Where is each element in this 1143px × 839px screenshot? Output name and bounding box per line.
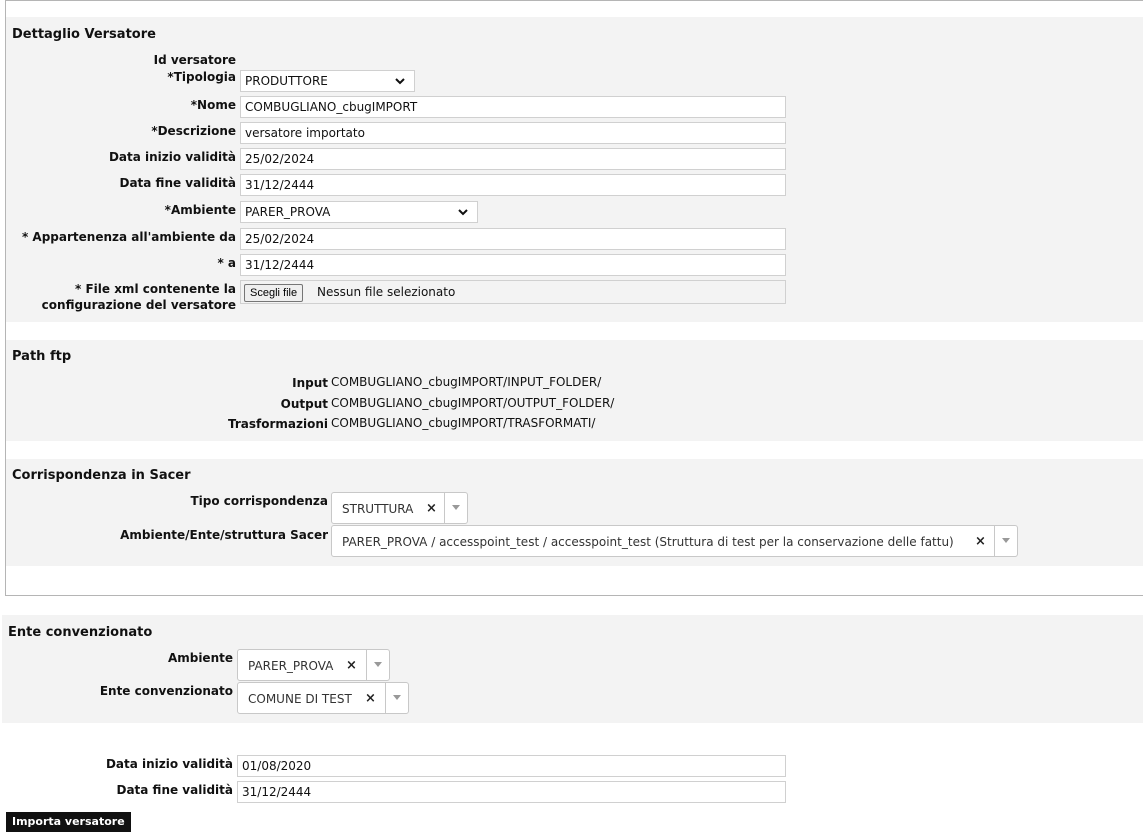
ente-convenzionato-label: Ente convenzionato (99, 684, 233, 698)
tipologia-label: *Tipologia (167, 70, 236, 84)
chip-separator (444, 493, 445, 523)
descrizione-label: *Descrizione (151, 124, 236, 138)
id-versatore-label: Id versatore (153, 53, 236, 67)
path-trasf-value: COMBUGLIANO_cbugIMPORT/TRASFORMATI/ (331, 416, 596, 430)
ambiente-select[interactable]: PARER_PROVA (240, 201, 478, 223)
ente-data-fine-input[interactable]: 31/12/2444 (237, 781, 786, 803)
data-inizio-label: Data inizio validità (108, 150, 236, 164)
clear-x-icon[interactable]: × (975, 534, 986, 549)
chip-separator (366, 650, 367, 680)
tipo-corrispondenza-value: STRUTTURA (342, 502, 414, 516)
data-fine-label: Data fine validità (119, 176, 236, 190)
dettaglio-title: Dettaglio Versatore (12, 27, 156, 42)
ente-data-inizio-label: Data inizio validità (105, 757, 233, 771)
dropdown-arrow-icon[interactable] (393, 695, 401, 700)
path-output-value: COMBUGLIANO_cbugIMPORT/OUTPUT_FOLDER/ (331, 396, 615, 410)
ente-convenzionato-select[interactable]: COMUNE DI TEST × (237, 682, 409, 714)
ente-ambiente-select[interactable]: PARER_PROVA × (237, 649, 390, 681)
appartenenza-a-input[interactable]: 31/12/2444 (240, 254, 786, 276)
descrizione-input[interactable]: versatore importato (240, 122, 786, 144)
corrispondenza-title: Corrispondenza in Sacer (12, 468, 191, 483)
data-fine-input[interactable]: 31/12/2444 (240, 174, 786, 196)
chip-separator (994, 526, 995, 556)
nome-label: *Nome (190, 98, 236, 112)
dropdown-arrow-icon[interactable] (1002, 538, 1010, 543)
tipologia-select[interactable]: PRODUTTORE (240, 70, 415, 92)
chevron-down-icon (395, 78, 405, 85)
path-input-value: COMBUGLIANO_cbugIMPORT/INPUT_FOLDER/ (331, 375, 602, 389)
file-status: Nessun file selezionato (317, 285, 456, 299)
dropdown-arrow-icon[interactable] (452, 505, 460, 510)
ente-ambiente-label: Ambiente (167, 651, 233, 665)
file-xml-label-line2: configurazione del versatore (41, 298, 236, 312)
tipo-corrispondenza-select[interactable]: STRUTTURA × (331, 492, 468, 524)
ente-panel (2, 615, 1143, 723)
path-input-label: Input (292, 376, 328, 390)
ente-data-inizio-input[interactable]: 01/08/2020 (237, 755, 786, 777)
appartenenza-da-input[interactable]: 25/02/2024 (240, 228, 786, 250)
data-inizio-input[interactable]: 25/02/2024 (240, 148, 786, 170)
ente-ambiente-value: PARER_PROVA (248, 659, 334, 673)
file-xml-label-line1: * File xml contenente la (75, 282, 236, 296)
clear-x-icon[interactable]: × (365, 691, 376, 706)
path-trasf-label: Trasformazioni (227, 417, 328, 431)
struttura-sacer-select[interactable]: PARER_PROVA / accesspoint_test / accessp… (331, 525, 1018, 557)
chevron-down-icon (458, 209, 468, 216)
file-xml-input: Scegli file Nessun file selezionato (240, 280, 786, 304)
clear-x-icon[interactable]: × (426, 501, 437, 516)
appartenenza-a-label: * a (217, 256, 236, 270)
ente-convenzionato-value: COMUNE DI TEST (248, 692, 352, 706)
ente-data-fine-label: Data fine validità (116, 783, 233, 797)
tipologia-value: PRODUTTORE (245, 74, 328, 88)
path-ftp-title: Path ftp (12, 349, 72, 364)
chip-separator (385, 683, 386, 713)
appartenenza-da-label: * Appartenenza all'ambiente da (21, 230, 236, 244)
choose-file-button[interactable]: Scegli file (244, 284, 304, 302)
ente-title: Ente convenzionato (8, 625, 153, 640)
struttura-sacer-label: Ambiente/Ente/struttura Sacer (120, 528, 328, 542)
dropdown-arrow-icon[interactable] (374, 662, 382, 667)
struttura-sacer-value: PARER_PROVA / accesspoint_test / accessp… (342, 535, 954, 549)
path-output-label: Output (280, 397, 328, 411)
tipo-corrispondenza-label: Tipo corrispondenza (190, 494, 329, 508)
ambiente-label: *Ambiente (164, 203, 236, 217)
importa-versatore-button[interactable]: Importa versatore (6, 812, 131, 832)
nome-input[interactable]: COMBUGLIANO_cbugIMPORT (240, 96, 786, 118)
ambiente-value: PARER_PROVA (245, 205, 331, 219)
clear-x-icon[interactable]: × (346, 658, 357, 673)
